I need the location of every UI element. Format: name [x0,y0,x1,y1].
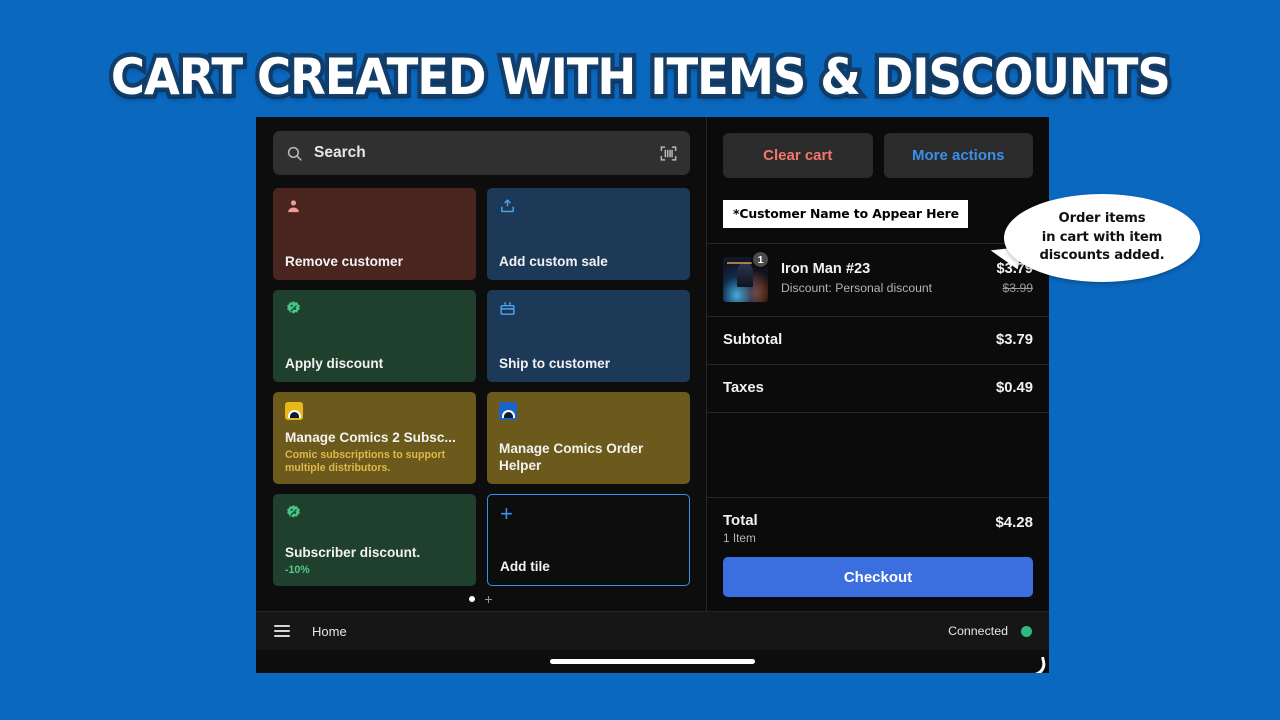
app-dome-icon [285,402,303,420]
tile-remove-customer[interactable]: Remove customer [273,188,476,280]
page-title: CART CREATED WITH ITEMS & DISCOUNTS [106,44,1174,111]
barcode-scanner-icon[interactable] [659,144,678,163]
home-indicator[interactable] [550,659,755,664]
taxes-label: Taxes [723,380,764,396]
taxes-row: Taxes $0.49 [707,365,1049,413]
total-value: $4.28 [995,514,1033,531]
tile-add-custom-sale[interactable]: Add custom sale [487,188,690,280]
tile-ship-to-customer[interactable]: Ship to customer [487,290,690,382]
customer-name-placeholder: *Customer Name to Appear Here [723,200,968,228]
search-input[interactable]: Search [314,144,648,162]
home-indicator-area [256,650,1049,673]
subtotal-value: $3.79 [995,332,1033,348]
quantity-badge: 1 [751,250,770,269]
upload-box-icon [501,199,514,213]
tile-label: Subscriber discount. [285,545,421,561]
app-dome-icon [499,402,517,420]
more-actions-button[interactable]: More actions [883,133,1033,178]
screen-body: Search Remove customer Add custom sale A… [256,117,1049,611]
tile-add-tile[interactable]: + Add tile [487,494,690,586]
search-bar[interactable]: Search [273,131,690,175]
tile-label: Manage Comics 2 Subsc... [285,430,456,446]
tile-label: Add custom sale [499,254,608,270]
bottom-nav-bar: Home Connected [256,611,1049,650]
checkout-button[interactable]: Checkout [723,557,1033,597]
tile-manage-comics-order-helper[interactable]: Manage Comics Order Helper [487,392,690,484]
annotation-callout: Order items in cart with item discounts … [988,194,1200,282]
tile-page-indicator: + [256,592,706,606]
subtotal-label: Subtotal [723,332,783,348]
grand-total-row: Total 1 Item $4.28 [723,512,1033,545]
discount-badge-icon [287,505,300,518]
tile-label: Apply discount [285,356,384,372]
corner-swoosh-decoration [1029,656,1048,673]
taxes-value: $0.49 [995,380,1033,396]
tile-footer: Add custom sale [499,253,679,271]
search-icon [287,146,302,161]
line-item-title: Iron Man #23 [781,261,871,277]
product-thumbnail-wrap: 1 [723,250,770,302]
tile-footer: Ship to customer [499,355,679,373]
tile-label: Manage Comics Order Helper [499,440,644,474]
clear-cart-button[interactable]: Clear cart [723,133,873,178]
nav-home-label[interactable]: Home [312,624,347,639]
tile-label: Remove customer [285,254,403,270]
tile-label: Ship to customer [499,356,611,372]
customer-row: *Customer Name to Appear Here [707,178,1049,228]
tile-subscriber-discount[interactable]: Subscriber discount. -10% [273,494,476,586]
tile-subtitle: Comic subscriptions to support multiple … [285,449,446,475]
callout-body: Order items in cart with item discounts … [1004,194,1200,282]
page-dot-active[interactable] [469,596,476,602]
connection-status-dot [1021,625,1032,637]
tile-footer: Add tile [500,558,678,576]
tile-footer: Manage Comics 2 Subsc... Comic subscript… [285,429,465,475]
tile-footer: Remove customer [285,253,465,271]
subtotal-row: Subtotal $3.79 [707,317,1049,365]
tile-label: Add tile [500,559,550,575]
line-item-discount-label: Discount: Personal discount [781,281,933,295]
line-item-details: Iron Man #23 Discount: Personal discount [781,257,983,295]
cart-footer: Total 1 Item $4.28 Checkout [707,497,1049,611]
callout-text: Order items in cart with item discounts … [1039,210,1165,264]
device-frame: Search Remove customer Add custom sale A… [256,117,1049,673]
pos-app-screen: Search Remove customer Add custom sale A… [256,117,1049,673]
tile-subtitle: -10% [285,564,310,577]
hamburger-menu-icon[interactable] [274,625,290,637]
tile-grid: Remove customer Add custom sale Apply di… [273,188,690,586]
shipping-box-icon [500,302,515,315]
item-count: 1 Item [723,531,756,545]
tile-apply-discount[interactable]: Apply discount [273,290,476,382]
line-item-compare-price: $3.99 [1002,281,1034,295]
add-page-button[interactable]: + [484,592,492,606]
plus-icon: + [500,501,513,526]
discount-badge-icon [287,301,300,314]
total-label: Total [723,512,758,529]
connection-status-label: Connected [948,624,1008,638]
tile-manage-comics-2-subscriptions[interactable]: Manage Comics 2 Subsc... Comic subscript… [273,392,476,484]
cart-panel: Clear cart More actions *Customer Name t… [706,117,1049,611]
person-icon [288,200,299,213]
banner: CART CREATED WITH ITEMS & DISCOUNTS [0,44,1280,111]
tile-footer: Subscriber discount. -10% [285,544,465,577]
tile-footer: Apply discount [285,355,465,373]
tile-footer: Manage Comics Order Helper [499,440,679,475]
cart-action-bar: Clear cart More actions [707,117,1049,178]
tile-grid-panel: Search Remove customer Add custom sale A… [256,117,706,611]
cart-spacer [707,413,1049,497]
cart-totals: Subtotal $3.79 Taxes $0.49 [707,317,1049,413]
grand-total-labels: Total 1 Item [723,512,758,545]
